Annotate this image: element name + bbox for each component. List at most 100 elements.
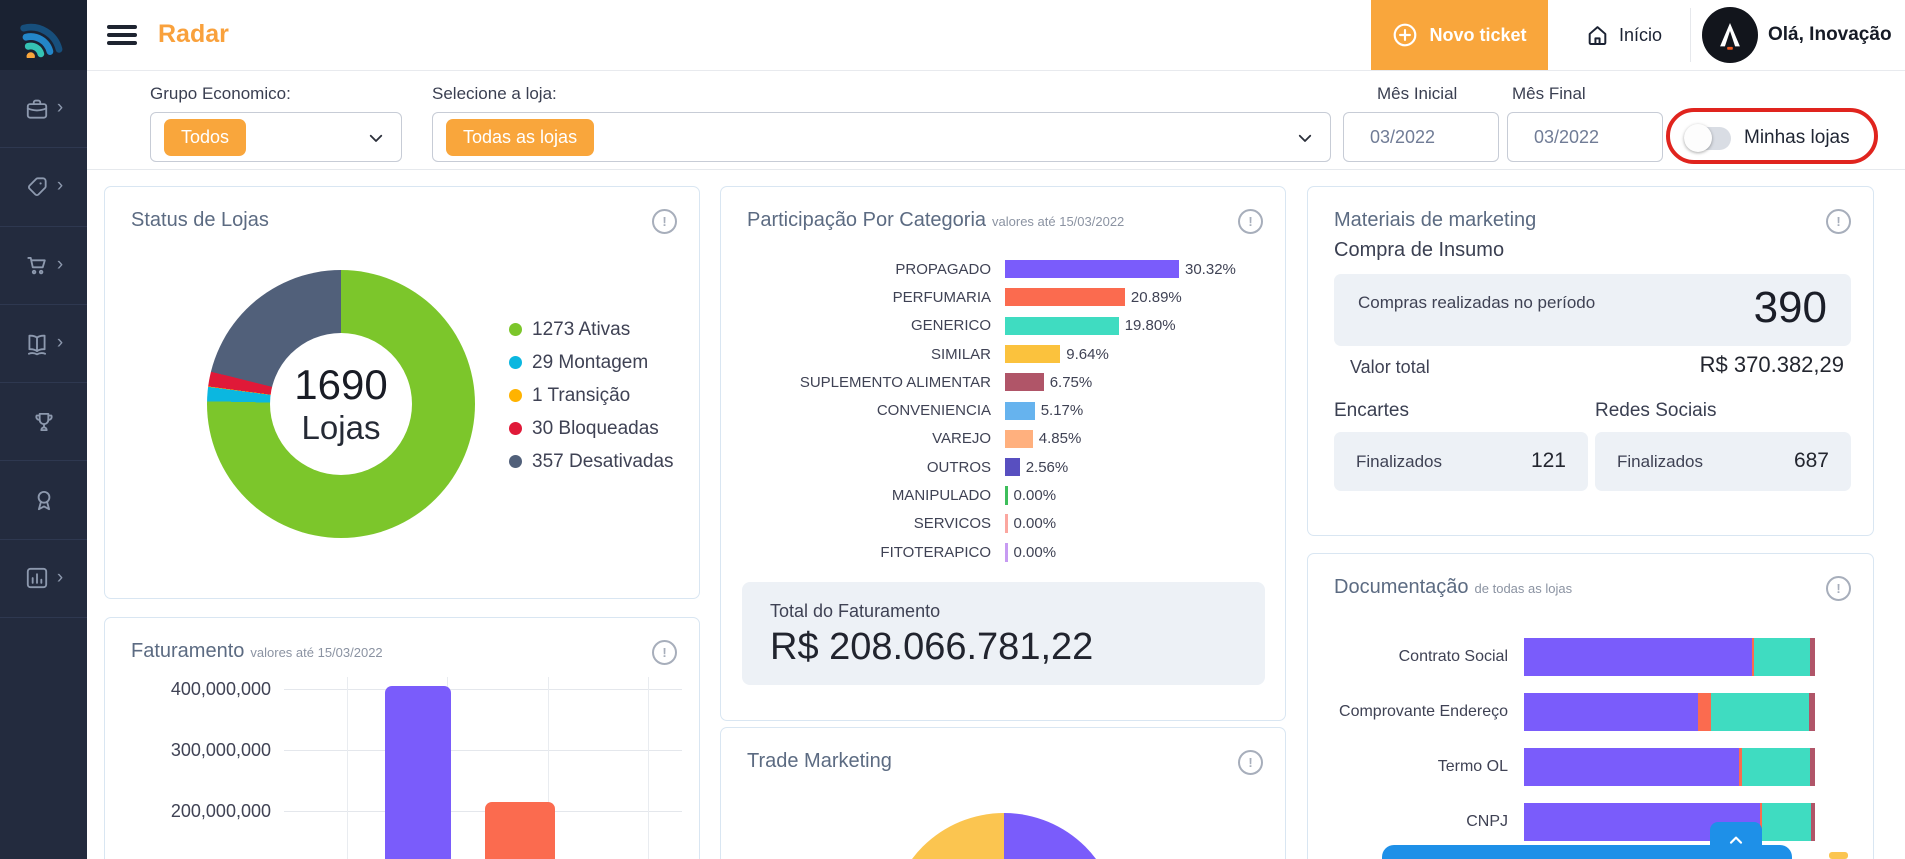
info-icon[interactable]: ! — [652, 640, 677, 665]
categoria-label: CONVENIENCIA — [721, 402, 1005, 419]
documento-row: Comprovante Endereço — [1308, 684, 1873, 739]
sidebar-item-medal[interactable] — [0, 461, 87, 539]
grupo-economico-select[interactable]: Todos — [150, 112, 402, 162]
compras-value: 390 — [1754, 283, 1827, 333]
avatar[interactable] — [1702, 7, 1758, 63]
categoria-row: FITOTERAPICO 0.00% — [721, 538, 1285, 566]
sidebar-nav: › › › › › — [0, 70, 87, 618]
top-header: Radar Novo ticket Início Olá, Inovação — [87, 0, 1905, 71]
categoria-bar — [1005, 260, 1179, 278]
sidebar-item-briefcase[interactable]: › — [0, 70, 87, 148]
tag-icon — [24, 174, 50, 200]
documento-bar — [1524, 638, 1815, 676]
categoria-bar — [1005, 288, 1125, 306]
redes-sociais-title: Redes Sociais — [1595, 400, 1716, 422]
legend-label: 1273 Ativas — [532, 319, 630, 341]
home-icon — [1585, 23, 1610, 48]
legend-label: 1 Transição — [532, 385, 630, 407]
scroll-top-button[interactable] — [1710, 822, 1762, 859]
card-title: Participação Por Categoriavalores até 15… — [747, 209, 1124, 232]
sidebar-item-book[interactable]: › — [0, 305, 87, 383]
header-divider — [1690, 8, 1691, 62]
categoria-row: SIMILAR 9.64% — [721, 340, 1285, 368]
card-subtitle: valores até 15/03/2022 — [992, 214, 1124, 229]
valor-total-value: R$ 370.382,29 — [1700, 352, 1844, 378]
chevron-right-icon: › — [57, 568, 63, 587]
inicio-link[interactable]: Início — [1585, 0, 1662, 70]
info-icon[interactable]: ! — [1238, 209, 1263, 234]
categoria-label: OUTROS — [721, 459, 1005, 476]
categoria-label: SIMILAR — [721, 346, 1005, 363]
categoria-value: 19.80% — [1125, 317, 1176, 334]
documento-bar-segment — [1524, 693, 1698, 731]
categoria-value: 9.64% — [1066, 346, 1109, 363]
book-icon — [24, 331, 50, 357]
documento-label: Comprovante Endereço — [1308, 703, 1524, 721]
categoria-row: SERVICOS0.00% — [721, 510, 1285, 538]
categoria-bar — [1005, 345, 1060, 363]
card-title: Status de Lojas — [131, 209, 269, 232]
novo-ticket-button[interactable]: Novo ticket — [1371, 0, 1548, 70]
categoria-bars: PROPAGADO30.32%PERFUMARIA20.89%GENERICO1… — [721, 255, 1285, 566]
categoria-bar — [1005, 514, 1008, 533]
categoria-label: FITOTERAPICO — [721, 544, 1005, 561]
categoria-value: 0.00% — [1014, 515, 1057, 532]
sidebar: › › › › › — [0, 0, 87, 859]
sidebar-item-tag[interactable]: › — [0, 148, 87, 226]
loja-select[interactable]: Todas as lojas — [432, 112, 1331, 162]
mes-final-label: Mês Final — [1512, 84, 1586, 104]
sidebar-item-trophy[interactable] — [0, 383, 87, 461]
categoria-label: MANIPULADO — [721, 487, 1005, 504]
categoria-value: 0.00% — [1014, 544, 1057, 561]
sidebar-item-bar-chart[interactable]: › — [0, 540, 87, 618]
categoria-bar — [1005, 402, 1035, 420]
status-lojas-card: Status de Lojas ! 1690 Lojas 1273 Ativas… — [104, 186, 700, 599]
legend-dot — [509, 356, 522, 369]
documento-bar — [1524, 693, 1815, 731]
documento-bar-segment — [1762, 803, 1811, 841]
documento-label: CNPJ — [1308, 813, 1524, 831]
card-subtitle: valores até 15/03/2022 — [250, 645, 382, 660]
info-icon[interactable]: ! — [1238, 750, 1263, 775]
categoria-row: PROPAGADO30.32% — [721, 255, 1285, 283]
chevron-right-icon: › — [57, 333, 63, 352]
faturamento-card: Faturamentovalores até 15/03/2022 ! 400,… — [104, 617, 700, 859]
mes-inicial-input[interactable] — [1343, 112, 1499, 162]
legend-item: 30 Bloqueadas — [509, 412, 674, 445]
categoria-bar — [1005, 486, 1008, 505]
chevron-right-icon: › — [57, 176, 63, 195]
chevron-down-icon — [367, 129, 385, 147]
y-axis-tick: 300,000,000 — [141, 740, 271, 761]
info-icon[interactable]: ! — [1826, 209, 1851, 234]
menu-icon[interactable] — [107, 25, 137, 45]
briefcase-icon — [24, 96, 50, 122]
documento-row: Contrato Social — [1308, 629, 1873, 684]
legend-label: 29 Montagem — [532, 352, 648, 374]
app-logo[interactable] — [0, 0, 87, 70]
legend-dot — [509, 422, 522, 435]
faturamento-bar — [385, 686, 451, 859]
legend-label: 357 Desativadas — [532, 451, 674, 473]
documento-bar — [1524, 748, 1815, 786]
info-icon[interactable]: ! — [1826, 576, 1851, 601]
documento-bar-segment — [1742, 748, 1810, 786]
mes-inicial-label: Mês Inicial — [1377, 84, 1457, 104]
card-title: Trade Marketing — [747, 750, 892, 773]
documento-label: Termo OL — [1308, 758, 1524, 776]
card-title: Faturamentovalores até 15/03/2022 — [131, 640, 383, 663]
info-icon[interactable]: ! — [652, 209, 677, 234]
categoria-value: 5.17% — [1041, 402, 1084, 419]
compras-label: Compras realizadas no período — [1358, 293, 1595, 313]
donut-center-label: 1690 Lojas — [207, 270, 475, 538]
redes-box: Finalizados 687 — [1595, 432, 1851, 491]
sidebar-item-cart[interactable]: › — [0, 227, 87, 305]
categoria-value: 30.32% — [1185, 261, 1236, 278]
mes-final-input[interactable] — [1507, 112, 1663, 162]
categoria-label: VAREJO — [721, 430, 1005, 447]
categoria-row: MANIPULADO0.00% — [721, 481, 1285, 509]
categoria-row: CONVENIENCIA 5.17% — [721, 396, 1285, 424]
compra-insumo-title: Compra de Insumo — [1334, 239, 1504, 262]
bar-chart-icon — [24, 565, 50, 591]
categoria-row: GENERICO19.80% — [721, 312, 1285, 340]
categoria-label: SUPLEMENTO ALIMENTAR — [721, 374, 1005, 391]
